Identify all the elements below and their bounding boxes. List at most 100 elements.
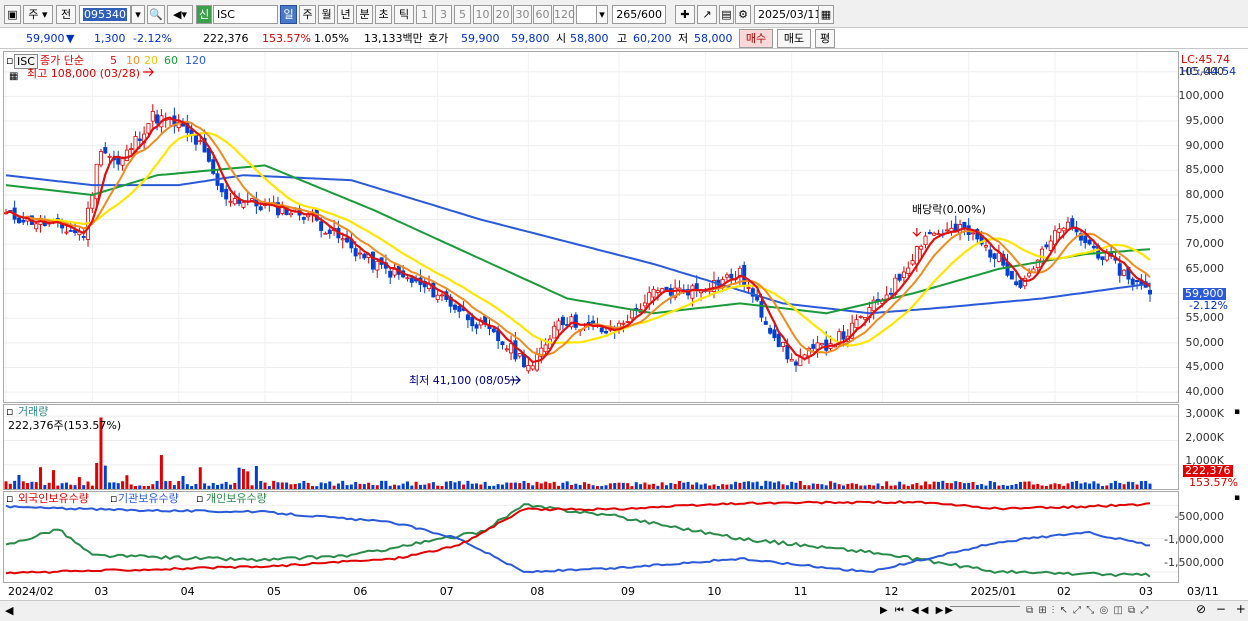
panel-menu-icon[interactable]: ▫: [6, 54, 13, 67]
tab-week[interactable]: 주: [299, 5, 316, 24]
holdings-chart-area[interactable]: [4, 492, 1178, 582]
speaker-icon[interactable]: ◀▾: [167, 5, 193, 24]
data-count-input[interactable]: 265/600: [612, 5, 666, 24]
candle-body: [224, 188, 229, 200]
tab-minute[interactable]: 분: [356, 5, 373, 24]
shin-badge[interactable]: 신: [196, 5, 212, 24]
window-icon[interactable]: ▣: [4, 5, 21, 24]
volume-bar: [108, 482, 112, 489]
chart-tools-icon[interactable]: ⧉ ⊞ ⫶ ↖ ⤢ ⤡ ◎ ◫ ⧉ ⤢: [1026, 604, 1149, 617]
holdings-tick-500k: -500,000: [1174, 510, 1224, 523]
gear-icon[interactable]: ⚙: [735, 5, 751, 24]
volume-bar: [1070, 481, 1074, 489]
chart-toolbar: ▣ 주 ▾ 전 095340 ▾ 🔍 ◀▾ 신 ISC 일 주 월 년 분 초 …: [0, 0, 1248, 28]
volume-bar: [272, 480, 276, 489]
save-icon[interactable]: ▤: [719, 5, 734, 24]
zoom-controls-icon[interactable]: ⊘ − + A: [1196, 603, 1248, 616]
holdings-panel-close-icon[interactable]: ▪: [1234, 492, 1240, 505]
volume-chart-area[interactable]: [4, 405, 1178, 489]
volume-bar: [690, 484, 694, 489]
volume-bar: [220, 483, 224, 489]
ma-120-label: 120: [185, 54, 206, 67]
volume-bar: [578, 484, 582, 489]
volume-bar: [129, 484, 133, 489]
candle-body: [729, 273, 734, 279]
trend-tool-icon[interactable]: ↗: [697, 5, 717, 24]
price-chart-area[interactable]: [4, 52, 1178, 402]
volume-bar: [790, 481, 794, 489]
calendar-icon[interactable]: ▦: [818, 5, 834, 24]
volume-bar: [980, 484, 984, 489]
volume-bar: [941, 480, 945, 489]
volume-bar: [587, 483, 591, 489]
eval-button[interactable]: 평: [815, 29, 835, 48]
mult-120[interactable]: 120: [553, 5, 575, 24]
buy-button[interactable]: 매수: [739, 29, 773, 48]
volume-bar: [155, 480, 159, 489]
volume-bar: [872, 485, 876, 489]
volume-bar: [600, 486, 604, 489]
volume-bar: [630, 486, 634, 489]
search-icon[interactable]: 🔍: [147, 5, 165, 24]
mult-20[interactable]: 20: [493, 5, 512, 24]
mult-10[interactable]: 10: [473, 5, 492, 24]
holdings-menu-icon[interactable]: ▫: [6, 492, 13, 505]
mult-30[interactable]: 30: [513, 5, 532, 24]
price-y-axis: [1180, 51, 1248, 403]
candle-body: [1083, 235, 1088, 244]
stock-code-input[interactable]: 095340: [79, 5, 131, 24]
volume-bar: [988, 480, 992, 489]
volume-bar: [798, 480, 802, 489]
code-dropdown-icon[interactable]: ▾: [131, 5, 145, 24]
candle-body: [863, 317, 868, 320]
market-select-value: 주: [28, 8, 39, 21]
volume-bar: [570, 484, 574, 489]
volume-bar: [535, 481, 539, 489]
candle-body: [858, 316, 863, 318]
volume-menu-icon[interactable]: ▫: [6, 405, 13, 418]
volume-bar: [751, 482, 755, 489]
mult-60[interactable]: 60: [533, 5, 552, 24]
candle-body: [345, 237, 350, 243]
volume-bar: [410, 485, 414, 489]
legend-institution: 기관보유수량: [118, 492, 179, 505]
tab-day[interactable]: 일: [280, 5, 297, 24]
volume-bar: [1036, 483, 1040, 489]
market-select[interactable]: 주 ▾: [23, 5, 53, 24]
candle-body: [34, 223, 39, 230]
stock-name-field[interactable]: ISC: [213, 5, 278, 24]
price-tick: 70,000: [1185, 237, 1225, 251]
prev-button[interactable]: 전: [56, 5, 76, 24]
tab-second[interactable]: 초: [375, 5, 392, 24]
volume-bar: [764, 480, 768, 489]
mult-1[interactable]: 1: [416, 5, 433, 24]
volume-bar: [388, 485, 392, 489]
mult-3[interactable]: 3: [435, 5, 452, 24]
volume-bar: [967, 482, 971, 489]
interval-dropdown-icon[interactable]: ▾: [596, 5, 608, 24]
zoom-slider[interactable]: [950, 606, 1020, 614]
mult-5[interactable]: 5: [454, 5, 471, 24]
candle-body: [405, 277, 410, 280]
volume-bar: [656, 485, 660, 489]
scroll-left-icon[interactable]: ◀: [5, 604, 13, 617]
tab-tick[interactable]: 틱: [394, 5, 414, 24]
crosshair-icon[interactable]: ✚: [675, 5, 695, 24]
candle-body: [992, 253, 997, 259]
tab-month[interactable]: 월: [318, 5, 335, 24]
volume-bar: [531, 485, 535, 489]
sell-button[interactable]: 매도: [777, 29, 811, 48]
holdings-tick-1500k: -1,500,000: [1164, 556, 1224, 569]
volume-bar: [984, 485, 988, 489]
volume-panel-close-icon[interactable]: ▪: [1234, 406, 1240, 419]
tab-year[interactable]: 년: [337, 5, 354, 24]
current-rate-tag: -2.12%: [1189, 299, 1228, 312]
candle-body: [1117, 263, 1122, 276]
candle-body: [1014, 281, 1019, 286]
volume-bar: [1014, 484, 1018, 489]
playback-controls-icon[interactable]: ▶ ⏮ ◀◀ ▶▶: [880, 604, 955, 617]
grid-toggle-icon[interactable]: ▦: [9, 70, 18, 83]
price-tick: 65,000: [1185, 261, 1225, 275]
volume-bar: [142, 485, 146, 489]
volume-bar: [1057, 484, 1061, 489]
